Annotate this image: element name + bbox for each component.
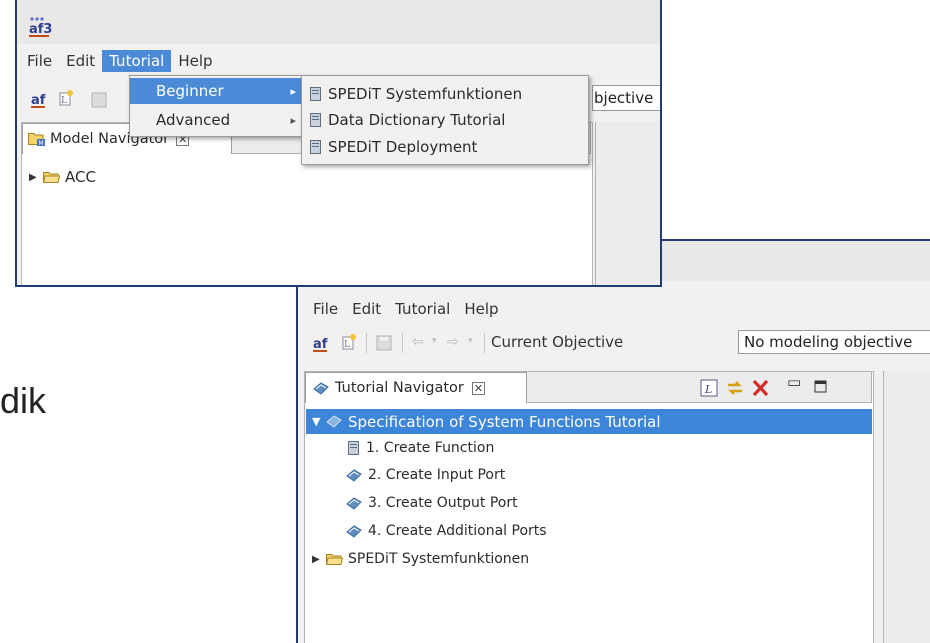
tree-item-label: ACC — [65, 168, 96, 186]
sync-arrows-icon[interactable] — [726, 379, 744, 397]
menu-item-advanced[interactable]: Advanced ▸ — [130, 107, 302, 133]
current-objective-label: Current Objective — [491, 333, 624, 351]
af3-toolbar-icon[interactable]: af — [312, 335, 330, 353]
page-icon — [310, 140, 321, 154]
submenu-item-label: Data Dictionary Tutorial — [328, 111, 506, 129]
objective-field[interactable]: No modeling objective — [738, 330, 930, 354]
right-panel — [883, 371, 930, 643]
book-icon — [326, 415, 342, 428]
page-icon — [310, 113, 321, 127]
model-navigator-icon: M — [28, 133, 45, 147]
menu-file[interactable]: File — [20, 50, 59, 72]
tree-item-label: SPEDiT Systemfunktionen — [348, 551, 530, 567]
tutorial-dropdown-menu: Beginner ▸ Advanced ▸ — [129, 75, 303, 137]
menu-item-label: Advanced — [156, 111, 231, 129]
tree-item-create-input-port[interactable]: 2. Create Input Port — [346, 467, 505, 483]
page-icon — [348, 441, 359, 455]
menu-item-beginner[interactable]: Beginner ▸ — [130, 78, 302, 104]
objective-value: No modeling objective — [744, 333, 913, 351]
tab-tutorial-navigator[interactable]: Tutorial Navigator ✕ — [305, 372, 527, 403]
book-icon — [346, 496, 362, 510]
tree-item-label: 2. Create Input Port — [368, 467, 506, 483]
back-icon[interactable]: ⇦ — [412, 334, 424, 350]
submenu-item-spedit-systemfunktionen[interactable]: SPEDiT Systemfunktionen — [302, 82, 588, 106]
af3-logo-text: af3 — [29, 22, 52, 37]
af3-toolbar-icon[interactable]: af — [30, 91, 48, 109]
maximize-icon[interactable] — [814, 380, 828, 394]
new-model-icon[interactable]: L — [57, 89, 75, 107]
menu-tutorial[interactable]: Tutorial — [102, 50, 172, 72]
tree-item-label: 4. Create Additional Ports — [368, 523, 547, 539]
beginner-submenu: SPEDiT Systemfunktionen Data Dictionary … — [301, 75, 589, 165]
menu-help[interactable]: Help — [171, 50, 219, 72]
new-model-icon[interactable]: L — [340, 333, 358, 351]
menu-help[interactable]: Help — [457, 298, 505, 320]
svg-text:L: L — [344, 340, 350, 350]
svg-text:L: L — [704, 383, 712, 396]
menu-file[interactable]: File — [306, 298, 345, 320]
right-panel — [595, 122, 660, 285]
menubar: File Edit Tutorial Help — [306, 298, 506, 320]
svg-text:af: af — [31, 93, 46, 108]
tutorial-window: File Edit Tutorial Help af L ⇦ ▾ ⇨ ▾ Cur… — [296, 239, 930, 643]
submenu-item-spedit-deployment[interactable]: SPEDiT Deployment — [302, 135, 588, 159]
minimize-icon[interactable]: ▭ — [787, 373, 801, 391]
submenu-item-data-dictionary-tutorial[interactable]: Data Dictionary Tutorial — [302, 108, 588, 132]
slide-partial-text: dik — [0, 380, 47, 421]
tree-root-label: Specification of System Functions Tutori… — [348, 412, 661, 431]
svg-text:L: L — [61, 96, 67, 106]
forward-icon[interactable]: ⇨ — [447, 334, 459, 350]
tree-item-label: 3. Create Output Port — [368, 495, 518, 511]
objective-field[interactable]: bjective — [592, 85, 660, 111]
forward-dropdown-icon[interactable]: ▾ — [468, 336, 473, 346]
tree-item-create-additional-ports[interactable]: 4. Create Additional Ports — [346, 523, 547, 539]
tree-item-acc[interactable]: ▶ ACC — [29, 168, 96, 186]
tree-item-create-output-port[interactable]: 3. Create Output Port — [346, 495, 518, 511]
tree-row-selected[interactable]: ▼ Specification of System Functions Tuto… — [306, 409, 872, 434]
submenu-item-label: SPEDiT Systemfunktionen — [328, 85, 523, 103]
expand-arrow-icon[interactable]: ▼ — [312, 415, 326, 428]
tab-close-icon[interactable]: ✕ — [471, 381, 486, 395]
collapse-arrow-icon[interactable]: ▶ — [29, 172, 43, 183]
book-icon — [313, 381, 329, 395]
model-window: af3 File Edit Tutorial Help af L bjectiv… — [15, 0, 662, 287]
menu-edit[interactable]: Edit — [59, 50, 102, 72]
tree-item-label: 1. Create Function — [366, 440, 495, 456]
tree-item-spedit-systemfunktionen[interactable]: ▶ SPEDiT Systemfunktionen — [312, 551, 529, 567]
svg-text:M: M — [39, 140, 44, 147]
menu-item-label: Beginner — [156, 82, 224, 100]
submenu-item-label: SPEDiT Deployment — [328, 138, 478, 156]
menu-tutorial[interactable]: Tutorial — [388, 298, 457, 320]
folder-icon — [325, 553, 344, 565]
toolbar: af L ⇦ ▾ ⇨ ▾ Current Objective No modeli… — [312, 329, 930, 357]
link-editor-icon[interactable]: L — [700, 379, 718, 397]
menu-edit[interactable]: Edit — [345, 298, 388, 320]
svg-text:af: af — [313, 337, 328, 352]
submenu-arrow-icon: ▸ — [290, 113, 296, 127]
tab-label: Tutorial Navigator — [335, 380, 464, 396]
tree-item-create-function[interactable]: 1. Create Function — [348, 440, 494, 456]
menubar: File Edit Tutorial Help — [20, 49, 220, 73]
back-dropdown-icon[interactable]: ▾ — [432, 336, 437, 346]
page-icon — [310, 87, 321, 101]
book-icon — [346, 468, 362, 482]
af3-logo: af3 — [29, 17, 52, 37]
window-titlebar: af3 — [17, 0, 660, 44]
collapse-arrow-icon[interactable]: ▶ — [312, 554, 326, 565]
folder-icon — [42, 171, 61, 183]
save-icon[interactable] — [376, 335, 392, 351]
objective-partial-text: bjective — [594, 89, 654, 107]
book-icon — [346, 524, 362, 538]
remove-red-x-icon[interactable] — [751, 379, 769, 397]
save-icon[interactable] — [91, 92, 107, 108]
submenu-arrow-icon: ▸ — [290, 84, 296, 98]
